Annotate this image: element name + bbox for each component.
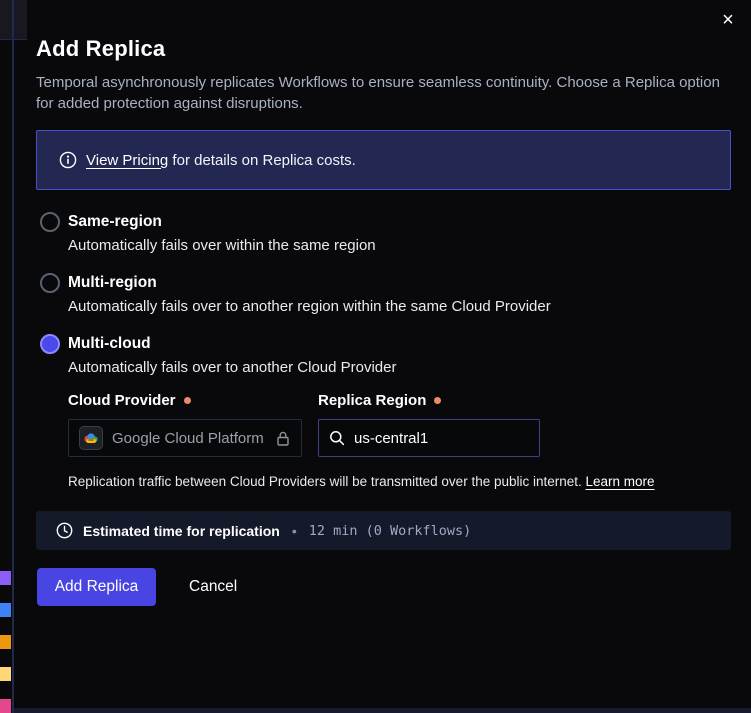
edge-stripe-purple: [0, 571, 11, 585]
radio-description-same-region: Automatically fails over within the same…: [68, 237, 376, 254]
cancel-button[interactable]: Cancel: [181, 568, 245, 606]
close-icon[interactable]: ×: [716, 8, 740, 32]
estimate-value: 12 min (0 Workflows): [309, 523, 472, 539]
radio-description-multi-region: Automatically fails over to another regi…: [68, 298, 551, 315]
add-replica-button[interactable]: Add Replica: [37, 568, 156, 606]
edge-stripe-orange: [0, 635, 11, 649]
radio-label-multi-cloud[interactable]: Multi-cloud: [68, 335, 151, 353]
cloud-provider-field: Google Cloud Platform: [68, 419, 302, 457]
view-pricing-link[interactable]: View Pricing: [86, 152, 168, 169]
clock-icon: [56, 522, 73, 539]
radio-multi-cloud[interactable]: [40, 334, 60, 354]
edge-stripe-pink: [0, 699, 11, 713]
modal-description: Temporal asynchronously replicates Workf…: [36, 72, 728, 114]
learn-more-link[interactable]: Learn more: [586, 474, 655, 489]
replica-region-label: Replica Region: [318, 392, 441, 409]
edge-stripe-blue: [0, 603, 11, 617]
public-internet-note: Replication traffic between Cloud Provid…: [68, 474, 655, 489]
lock-icon: [275, 430, 291, 447]
radio-label-multi-region[interactable]: Multi-region: [68, 274, 157, 292]
radio-multi-region[interactable]: [40, 273, 60, 293]
replica-region-input[interactable]: [354, 430, 529, 447]
search-icon: [329, 430, 345, 446]
estimate-label: Estimated time for replication: [83, 523, 280, 539]
pricing-info-banner: View Pricing for details on Replica cost…: [36, 130, 731, 190]
radio-description-multi-cloud: Automatically fails over to another Clou…: [68, 359, 397, 376]
radio-same-region[interactable]: [40, 212, 60, 232]
info-icon: [59, 151, 77, 169]
cloud-provider-value: Google Cloud Platform: [112, 430, 266, 447]
background-page-border: [12, 0, 14, 713]
estimate-separator: •: [292, 523, 297, 539]
banner-text: View Pricing for details on Replica cost…: [86, 152, 356, 169]
replica-region-field[interactable]: [318, 419, 540, 457]
required-dot: [184, 397, 191, 404]
estimate-bar: Estimated time for replication • 12 min …: [36, 511, 731, 550]
page-title: Add Replica: [36, 36, 165, 62]
edge-stripe-yellow: [0, 667, 11, 681]
required-dot: [434, 397, 441, 404]
gcp-cloud-icon: [79, 426, 103, 450]
background-page-footer-edge: [14, 708, 751, 713]
cloud-provider-label: Cloud Provider: [68, 392, 191, 409]
radio-label-same-region[interactable]: Same-region: [68, 213, 162, 231]
